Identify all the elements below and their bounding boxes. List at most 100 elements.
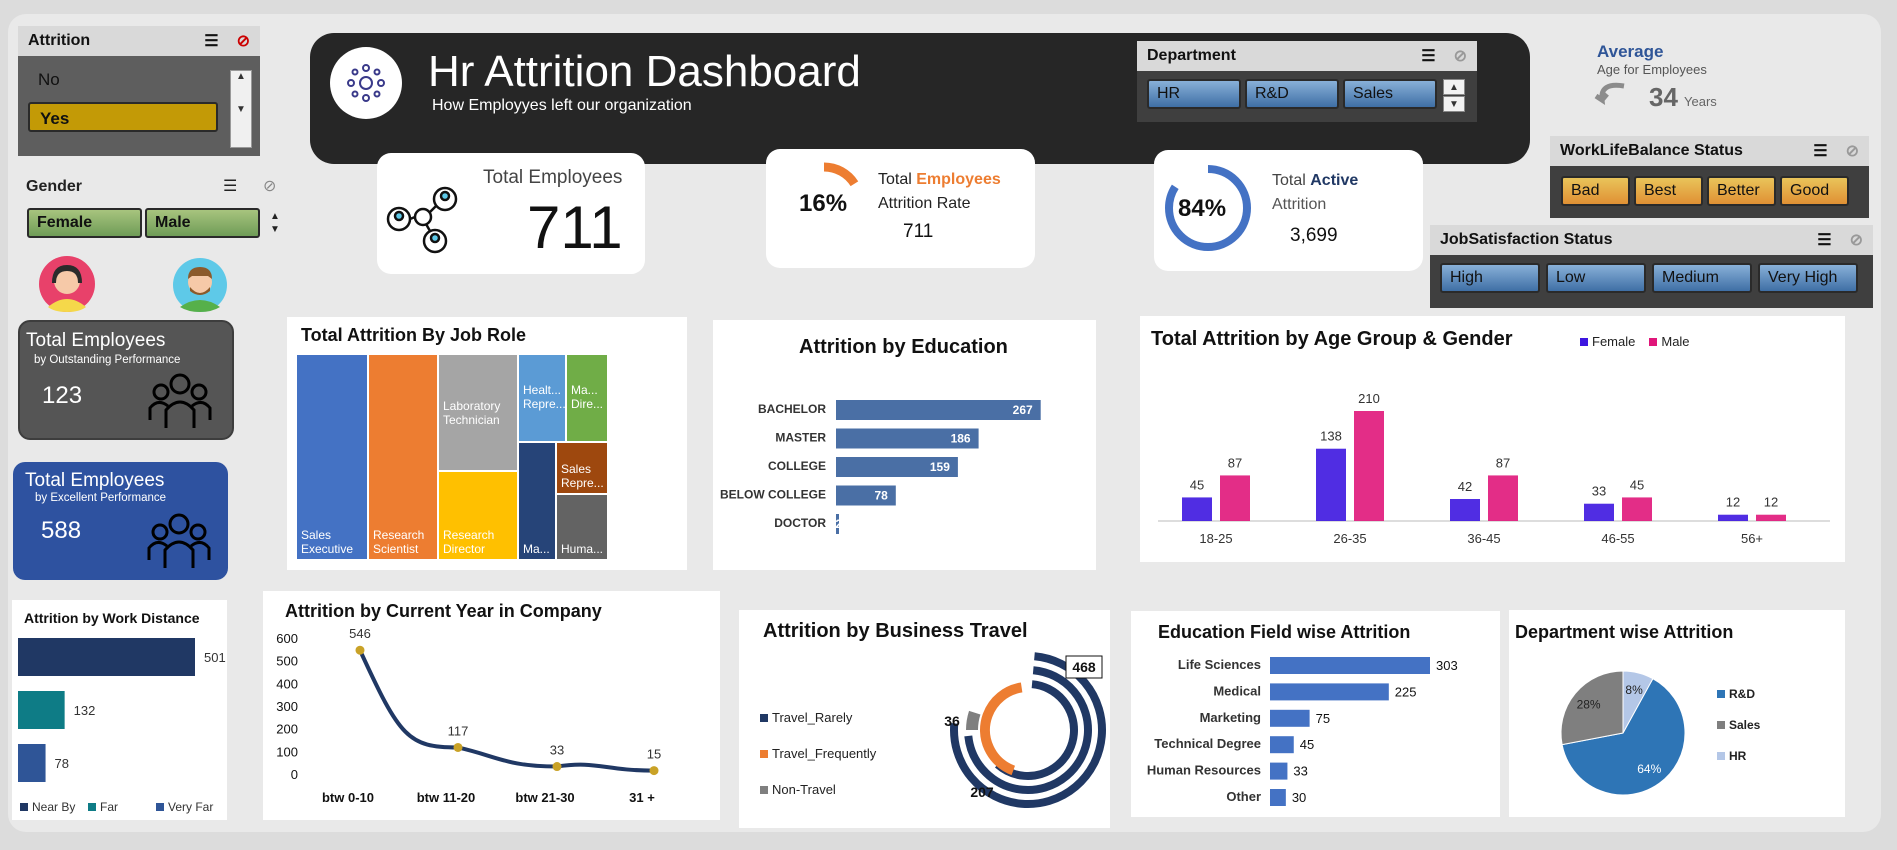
legend-swatch [20, 803, 28, 811]
card-title: Total Employees [26, 330, 166, 351]
js-veryhigh-button[interactable]: Very High [1758, 263, 1858, 293]
refresh-arrow-icon [1594, 82, 1625, 106]
wlb-good-button[interactable]: Good [1780, 176, 1849, 206]
scroll-down-icon[interactable]: ▼ [1443, 96, 1465, 112]
legend-label: Far [100, 800, 118, 814]
department-pie-chart: Department wise Attrition 64% 28% 8% R&D Sal… [1509, 610, 1845, 817]
card-value: 123 [42, 382, 83, 409]
active-value: 3,699 [1290, 225, 1338, 246]
legend-swatch [156, 803, 164, 811]
clear-filter-icon[interactable]: ⊘ [263, 176, 276, 196]
scroll-up-icon[interactable]: ▲ [1443, 79, 1465, 95]
slicer-item-yes[interactable]: Yes [28, 102, 218, 132]
travel-rings: Travel_Rarely Travel_Frequently Non-Travel… [760, 652, 1106, 808]
education-bars: BACHELOR 267 MASTER 186 COLLEGE 159 BELOW COLL… [720, 400, 1041, 534]
field-label: Medical [1213, 683, 1261, 698]
x-tick: btw 11-20 [417, 790, 476, 805]
rate-percent: 16% [799, 190, 848, 217]
clear-filter-icon[interactable]: ⊘ [1454, 46, 1467, 66]
age-value: 12 [1764, 495, 1778, 510]
y-tick: 400 [276, 676, 298, 691]
x-tick: btw 21-30 [515, 790, 574, 805]
treemap-tile: Research Scientist [369, 355, 437, 559]
dept-sales-button[interactable]: Sales [1343, 79, 1437, 109]
business-travel-chart: Attrition by Business Travel Travel_Rare… [739, 610, 1110, 828]
multi-select-icon[interactable]: ☰ [223, 176, 237, 196]
age-bar [1220, 475, 1250, 521]
treemap-tile: Sales Executive [297, 355, 367, 559]
average-sub: Age for Employees [1597, 62, 1707, 77]
data-point [355, 645, 365, 655]
people-group-icon [148, 373, 212, 428]
card-subtitle: by Excellent Performance [35, 492, 167, 504]
js-high-button[interactable]: High [1440, 263, 1540, 293]
distance-bar [18, 691, 65, 729]
legend-label: Sales [1729, 718, 1761, 732]
dept-rnd-button[interactable]: R&D [1245, 79, 1339, 109]
average-unit: Years [1684, 94, 1717, 109]
wlb-better-button[interactable]: Better [1707, 176, 1776, 206]
treemap-tile: Huma... [557, 495, 607, 559]
clear-filter-icon[interactable]: ⊘ [1846, 141, 1859, 161]
dept-hr-button[interactable]: HR [1147, 79, 1241, 109]
y-tick: 600 [276, 631, 298, 646]
kpi-value: 711 [527, 194, 623, 261]
edu-label: DOCTOR [774, 516, 826, 530]
edu-value: 78 [874, 489, 888, 503]
js-low-button[interactable]: Low [1546, 263, 1646, 293]
age-category: 36-45 [1467, 531, 1500, 546]
multi-select-icon[interactable]: ☰ [1421, 46, 1435, 66]
gender-female-button[interactable]: Female [27, 208, 142, 238]
field-label: Life Sciences [1178, 657, 1261, 672]
wlb-best-button[interactable]: Best [1634, 176, 1703, 206]
treemap-tile: Ma... Dire... [567, 355, 607, 441]
distance-bar [18, 638, 195, 676]
field-value: 33 [1293, 764, 1307, 779]
multi-select-icon[interactable]: ☰ [1817, 230, 1831, 250]
slicer-scrollbar[interactable]: ▲ ▼ [230, 70, 252, 148]
field-bars: Life Sciences 303 Medical 225 Marketing 75 Tec… [1147, 657, 1458, 806]
field-bar [1270, 709, 1310, 727]
field-value: 75 [1316, 711, 1330, 726]
female-avatar-icon [39, 256, 95, 312]
treemap-tile: Healt... Repre... [519, 355, 565, 441]
network-people-icon [386, 186, 458, 254]
scroll-arrows[interactable]: ▲ ▼ [270, 210, 280, 236]
age-bar [1354, 411, 1384, 521]
clear-filter-icon[interactable]: ⊘ [237, 31, 250, 51]
card-subtitle: by Outstanding Performance [34, 354, 181, 366]
gender-male-button[interactable]: Male [145, 208, 260, 238]
edu-value: 267 [1013, 403, 1033, 417]
legend-label: Near By [32, 800, 75, 814]
department-slicer-title: Department [1147, 47, 1236, 64]
legend-swatch [1717, 690, 1725, 698]
clear-filter-icon[interactable]: ⊘ [1850, 230, 1863, 250]
distance-value: 132 [74, 703, 96, 718]
logo-icon [330, 47, 402, 119]
js-medium-button[interactable]: Medium [1652, 263, 1752, 293]
x-tick: 31 + [629, 790, 655, 805]
active-label-c: Attrition [1272, 196, 1327, 213]
legend-swatch [760, 714, 768, 722]
slicer-item-no[interactable]: No [38, 70, 60, 90]
rate-label: Total Employees [878, 171, 1001, 189]
field-bar [1270, 683, 1389, 701]
gender-slicer-title: Gender [26, 178, 83, 195]
y-tick: 500 [276, 654, 298, 669]
field-bar [1270, 657, 1430, 674]
wlb-bad-button[interactable]: Bad [1561, 176, 1630, 206]
multi-select-icon[interactable]: ☰ [204, 31, 218, 51]
age-gender-chart: Total Attrition by Age Group & Gender Fe… [1140, 316, 1845, 562]
multi-select-icon[interactable]: ☰ [1813, 141, 1827, 161]
male-avatar-icon [173, 258, 227, 312]
distance-bars: 501 132 78 Near By Far Very Far [18, 638, 226, 814]
treemap-label: Ma... Dire... [571, 383, 604, 411]
age-category: 26-35 [1333, 531, 1366, 546]
education-field-chart: Education Field wise Attrition Life Scie… [1131, 611, 1500, 817]
card-title: Total Employees [25, 470, 165, 491]
average-label: Average [1597, 42, 1664, 61]
jobsat-slicer: JobSatisfaction Status ☰ ⊘ High Low Mediu… [1430, 225, 1873, 308]
treemap-tile: Ma... [519, 443, 555, 559]
department-slicer: Department ☰ ⊘ HR R&D Sales ▲ ▼ [1137, 41, 1477, 122]
age-bar [1584, 503, 1614, 521]
